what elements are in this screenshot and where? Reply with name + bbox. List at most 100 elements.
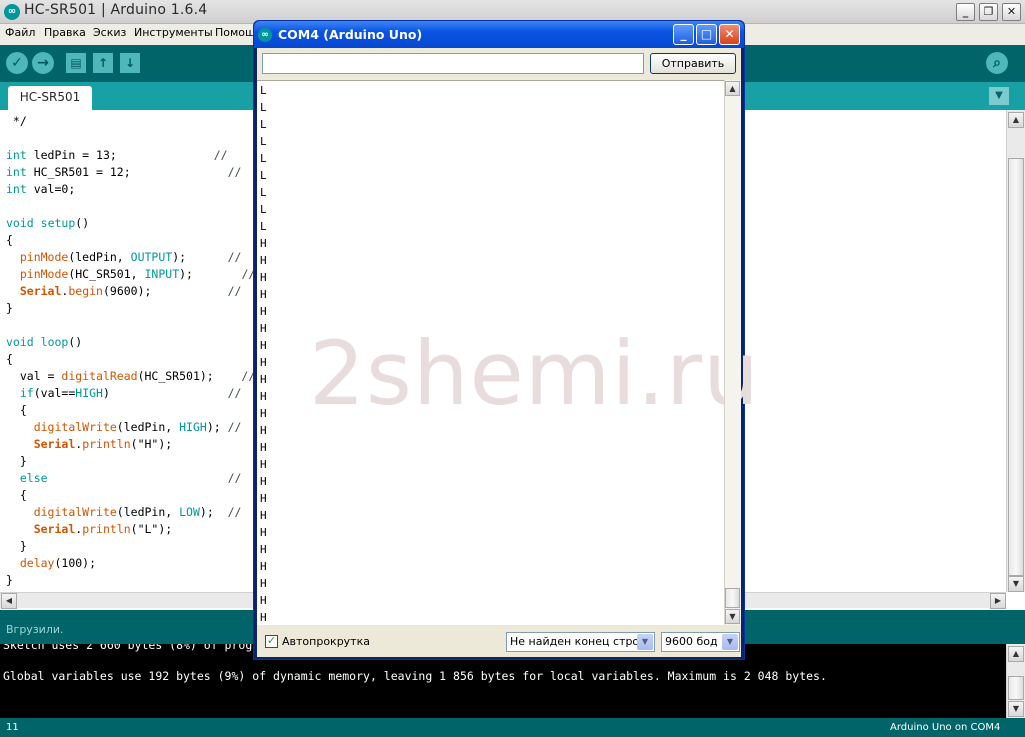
code-line: pinMode(ledPin, OUTPUT); // [19, 250, 242, 264]
editor-scroll-thumb[interactable] [1008, 158, 1024, 576]
code-line: void loop() [6, 335, 83, 349]
baud-rate-select[interactable]: 9600 бод ▼ [661, 632, 740, 652]
serial-output-line: L [260, 135, 267, 148]
minimize-button[interactable]: _ [956, 3, 975, 21]
new-sketch-icon[interactable]: ▤ [66, 53, 86, 73]
code-line: digitalWrite(ledPin, HIGH); // [33, 420, 242, 434]
serial-send-input[interactable] [262, 53, 644, 74]
serial-output-line: L [260, 84, 267, 97]
code-line: int ledPin = 13; // [6, 148, 228, 162]
serial-output-line: H [260, 237, 267, 250]
scroll-right-icon[interactable]: ▶ [990, 593, 1006, 609]
code-line: Serial.println("H"); [33, 437, 173, 451]
serial-output-line: H [260, 373, 267, 386]
console-line: Sketch uses 2 660 bytes (8%) of program [3, 644, 274, 652]
status-message: Вгрузили. [6, 623, 64, 636]
code-line: delay(100); [19, 556, 97, 570]
serial-output-line: H [260, 526, 267, 539]
code-line: { [6, 233, 13, 247]
code-line: void setup() [6, 216, 90, 230]
serial-output-line: L [260, 101, 267, 114]
close-button[interactable]: ✕ [1002, 3, 1021, 21]
line-number: 11 [6, 722, 19, 733]
scroll-up-icon[interactable]: ▲ [1008, 112, 1024, 128]
code-line: } [6, 539, 27, 553]
serial-output-scrollbar[interactable] [724, 80, 741, 625]
upload-icon[interactable]: → [32, 52, 54, 74]
chevron-down-icon: ▼ [637, 634, 653, 650]
serial-output-line: H [260, 271, 267, 284]
scroll-down-icon[interactable]: ▼ [1008, 576, 1024, 592]
serial-output-line: H [260, 560, 267, 573]
menu-edit[interactable]: Правка [44, 26, 86, 39]
serial-monitor-title: COM4 (Arduino Uno) [278, 27, 423, 42]
code-line: } [6, 573, 13, 587]
send-button[interactable]: Отправить [650, 53, 736, 74]
autoscroll-checkbox[interactable]: ✓ [265, 635, 278, 648]
code-line: } [6, 301, 13, 315]
serial-close-button[interactable]: ✕ [719, 24, 740, 45]
board-port-label: Arduino Uno on COM4 [890, 722, 1001, 733]
line-ending-value: Не найден конец строки [510, 635, 653, 648]
serial-output-line: H [260, 322, 267, 335]
line-ending-select[interactable]: Не найден конец строки ▼ [506, 632, 655, 652]
serial-output-line: L [260, 118, 267, 131]
serial-output-line: H [260, 492, 267, 505]
serial-output-line: L [260, 169, 267, 182]
serial-maximize-button[interactable]: □ [696, 24, 717, 45]
serial-scroll-thumb[interactable] [725, 588, 740, 608]
baud-rate-value: 9600 бод [665, 635, 718, 648]
serial-output-line: H [260, 577, 267, 590]
code-line: { [6, 352, 13, 366]
serial-output-line: H [260, 288, 267, 301]
code-line: digitalWrite(ledPin, LOW); // [33, 505, 242, 519]
serial-scroll-up-icon[interactable]: ▲ [725, 81, 740, 96]
restore-button[interactable]: ❐ [979, 3, 998, 21]
footer-bar [0, 718, 1025, 737]
tab-hc-sr501[interactable]: HC-SR501 [8, 86, 92, 110]
code-line: */ [6, 114, 27, 128]
ide-window-title: HC-SR501 | Arduino 1.6.4 [24, 2, 208, 18]
open-sketch-icon[interactable]: ↑ [93, 53, 113, 73]
serial-output-line: H [260, 424, 267, 437]
serial-output-line: H [260, 254, 267, 267]
serial-output-line: H [260, 509, 267, 522]
serial-output-line: H [260, 356, 267, 369]
verify-icon[interactable]: ✓ [6, 52, 28, 74]
code-line: int HC_SR501 = 12; // [6, 165, 242, 179]
serial-output-line: H [260, 407, 267, 420]
console-scroll-up-icon[interactable]: ▲ [1008, 646, 1024, 662]
menu-file[interactable]: Файл [5, 26, 35, 39]
serial-minimize-button[interactable]: _ [673, 24, 694, 45]
serial-output-line: L [260, 203, 267, 216]
serial-output-line: H [260, 390, 267, 403]
code-line: { [6, 403, 27, 417]
serial-output-line: H [260, 611, 267, 624]
code-line: else // [19, 471, 242, 485]
serial-output-line: H [260, 475, 267, 488]
serial-output-line: H [260, 305, 267, 318]
autoscroll-label: Автопрокрутка [282, 635, 370, 648]
chevron-down-icon: ▼ [722, 634, 738, 650]
console-scroll-down-icon[interactable]: ▼ [1008, 701, 1024, 717]
arduino-logo-icon: ∞ [4, 4, 20, 20]
console-scroll-thumb[interactable] [1008, 676, 1024, 700]
code-line: { [6, 488, 27, 502]
save-sketch-icon[interactable]: ↓ [120, 53, 140, 73]
scroll-left-icon[interactable]: ◀ [1, 593, 17, 609]
serial-monitor-icon[interactable]: ⌕ [986, 52, 1008, 74]
serial-output-line: H [260, 458, 267, 471]
menu-tools[interactable]: Инструменты [134, 26, 213, 39]
serial-output-line: H [260, 339, 267, 352]
code-line: if(val==HIGH) // [19, 386, 242, 400]
code-line: pinMode(HC_SR501, INPUT); // [19, 267, 256, 281]
serial-output-line: L [260, 220, 267, 233]
code-line: val = digitalRead(HC_SR501); // [6, 369, 256, 383]
console-line: Global variables use 192 bytes (9%) of d… [3, 669, 827, 683]
serial-output-line: H [260, 543, 267, 556]
tab-menu-chevron-down-icon[interactable]: ▼ [989, 87, 1009, 105]
code-line: Serial.begin(9600); // [19, 284, 242, 298]
menu-sketch[interactable]: Эскиз [93, 26, 126, 39]
serial-scroll-down-icon[interactable]: ▼ [725, 609, 740, 624]
code-line: Serial.println("L"); [33, 522, 173, 536]
